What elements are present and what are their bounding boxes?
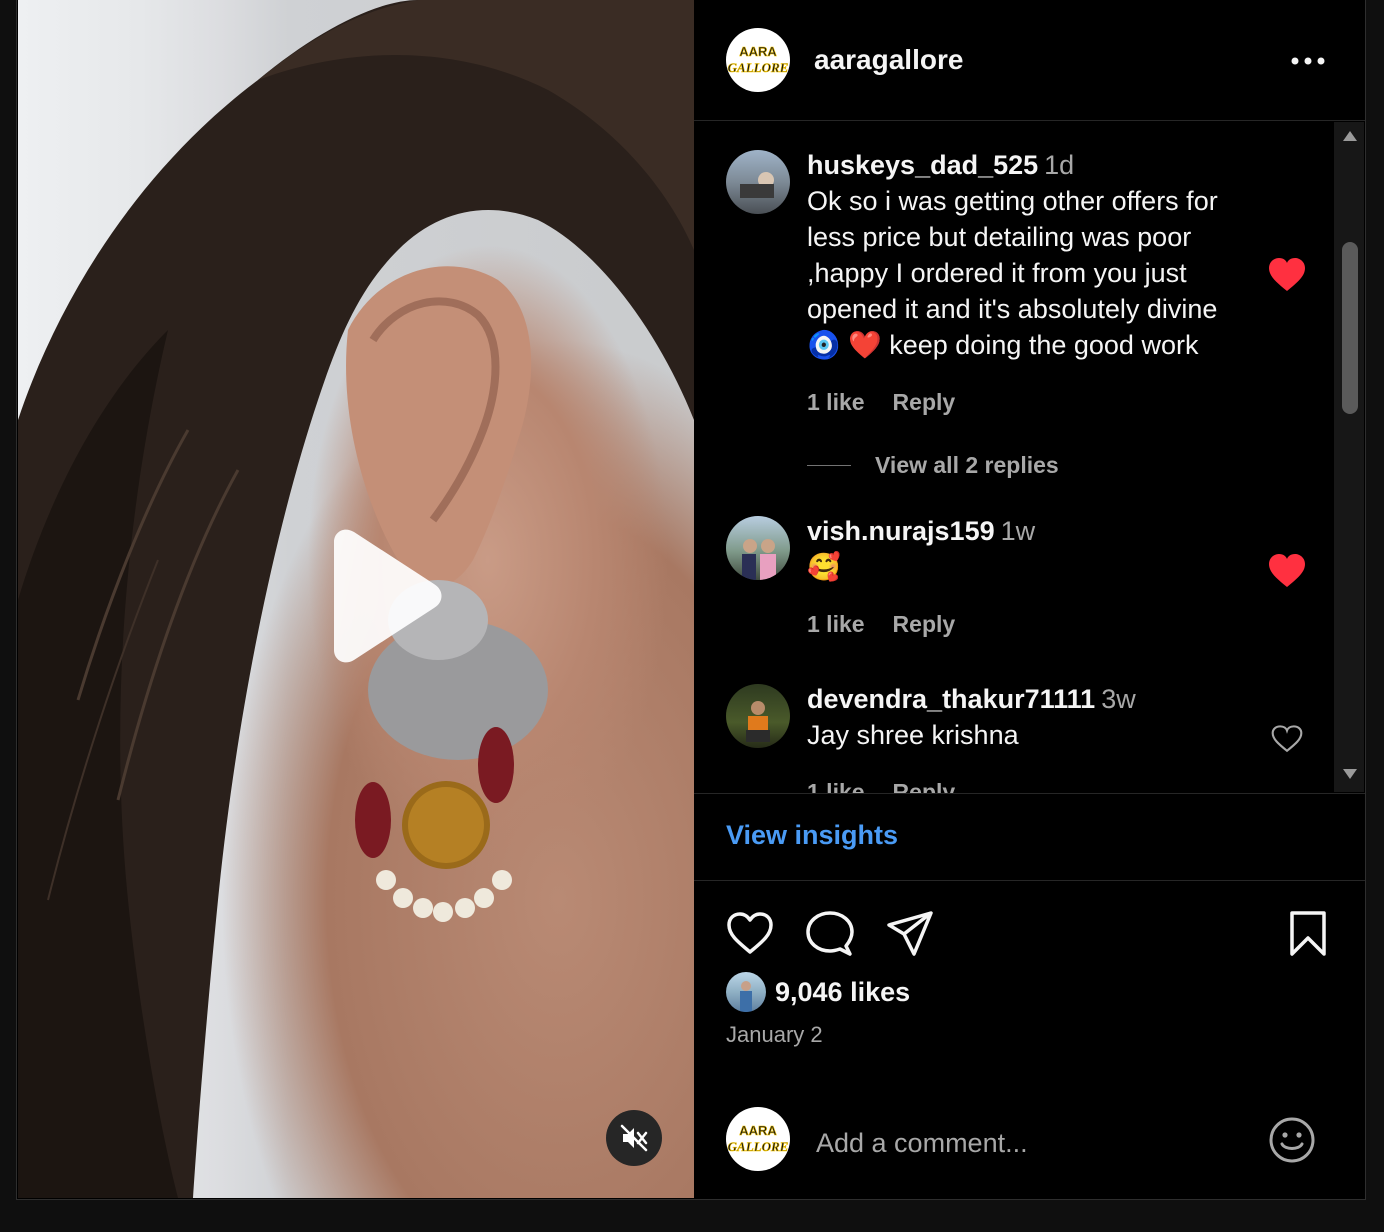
scroll-up-icon[interactable] [1342, 130, 1358, 142]
commenter-avatar[interactable] [726, 684, 790, 748]
post-header: AARA GALLORE aaragallore [694, 0, 1365, 121]
comment-username[interactable]: huskeys_dad_525 [807, 150, 1038, 180]
reply-button[interactable]: Reply [893, 779, 956, 793]
svg-text:AARA: AARA [739, 1123, 777, 1138]
reply-button[interactable]: Reply [893, 611, 956, 637]
post-video[interactable] [18, 0, 694, 1198]
brand-logo-icon: AARA GALLORE [727, 1123, 789, 1155]
view-replies-button[interactable]: View all 2 replies [807, 452, 1059, 479]
current-user-avatar: AARA GALLORE [726, 1107, 790, 1171]
comment-body: huskeys_dad_525 1d Ok so i was getting ot… [807, 150, 1247, 416]
reply-button[interactable]: Reply [893, 389, 956, 415]
comment-likes[interactable]: 1 like [807, 779, 865, 793]
scroll-down-icon[interactable] [1342, 768, 1358, 780]
comment-likes[interactable]: 1 like [807, 389, 865, 415]
emoji-icon[interactable] [1268, 1116, 1316, 1164]
comment-body: vish.nurajs159 1w 🥰 1 like Reply [807, 516, 1247, 638]
comment-username[interactable]: devendra_thakur71111 [807, 684, 1095, 714]
svg-text:GALLORE: GALLORE [728, 1139, 789, 1154]
comments-list[interactable]: huskeys_dad_525 1d Ok so i was getting ot… [694, 122, 1365, 794]
comment-body: devendra_thakur71111 3w Jay shree krishna… [807, 684, 1247, 793]
more-icon [1291, 57, 1325, 65]
play-icon[interactable] [316, 528, 446, 664]
svg-text:AARA: AARA [739, 44, 777, 59]
comment-time[interactable]: 3w [1101, 684, 1136, 714]
heart-icon[interactable] [726, 910, 774, 958]
mute-icon[interactable] [606, 1110, 662, 1166]
post-details-panel: AARA GALLORE aaragallore huskeys_dad_525… [694, 0, 1365, 1198]
bookmark-icon[interactable] [1284, 910, 1332, 958]
comment-input[interactable] [814, 1122, 1238, 1164]
post-modal: AARA GALLORE aaragallore huskeys_dad_525… [16, 0, 1366, 1200]
more-options-button[interactable] [1290, 46, 1326, 76]
comment-meta: 1 like Reply [807, 389, 1247, 416]
account-avatar[interactable]: AARA GALLORE [726, 28, 790, 92]
view-insights-link[interactable]: View insights [726, 820, 898, 851]
liker-avatar[interactable] [726, 972, 766, 1012]
heart-icon[interactable] [1268, 554, 1306, 588]
comment-text: Ok so i was getting other offers for les… [807, 186, 1218, 360]
heart-outline-icon[interactable] [1271, 724, 1303, 754]
comment-likes[interactable]: 1 like [807, 611, 865, 637]
comment-text: 🥰 [807, 552, 841, 582]
brand-logo-icon: AARA GALLORE [727, 44, 789, 76]
commenter-avatar[interactable] [726, 516, 790, 580]
likes-summary[interactable]: 9,046 likes [726, 972, 910, 1012]
insights-section: View insights [694, 794, 1365, 881]
comment-meta: 1 like Reply [807, 779, 1247, 793]
comment-text: Jay shree krishna [807, 720, 1019, 750]
post-date[interactable]: January 2 [726, 1022, 823, 1048]
comment-time[interactable]: 1w [1001, 516, 1036, 546]
comment-username[interactable]: vish.nurajs159 [807, 516, 995, 546]
account-username[interactable]: aaragallore [814, 44, 963, 76]
comment-time[interactable]: 1d [1044, 150, 1074, 180]
comments-scrollbar[interactable] [1334, 122, 1364, 792]
heart-icon[interactable] [1268, 258, 1306, 292]
svg-text:GALLORE: GALLORE [728, 60, 789, 75]
comment-icon[interactable] [806, 910, 854, 958]
comment-meta: 1 like Reply [807, 611, 1247, 638]
scrollbar-thumb[interactable] [1342, 242, 1358, 414]
likes-count[interactable]: 9,046 likes [775, 977, 910, 1008]
add-comment-bar: AARA GALLORE [694, 1092, 1365, 1198]
share-icon[interactable] [886, 910, 934, 958]
commenter-avatar[interactable] [726, 150, 790, 214]
post-actions: 9,046 likes January 2 [694, 882, 1365, 1092]
